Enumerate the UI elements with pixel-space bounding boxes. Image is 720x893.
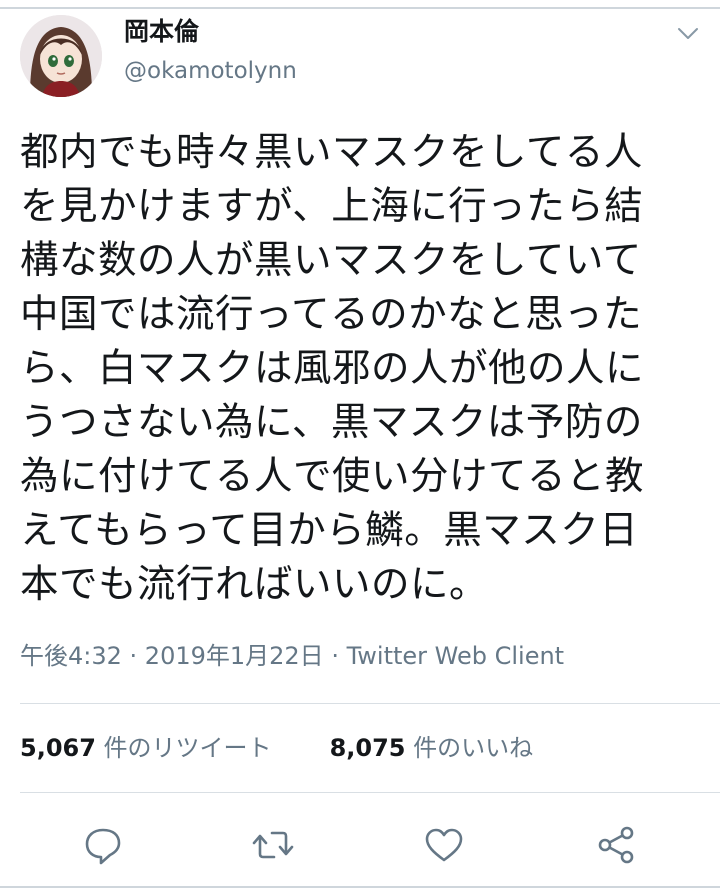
display-name[interactable]: 岡本倫 [124,16,199,48]
tweet-meta: 午後4:32 · 2019年1月22日 · Twitter Web Client [20,640,564,672]
tweet-time: 午後4:32 [20,642,122,670]
likes-stat[interactable]: 8,075 件のいいね [330,734,534,762]
avatar-anime-girl-icon [20,15,102,97]
likes-count: 8,075 [329,734,406,762]
likes-label: 件のいいね [405,734,534,762]
action-bar [0,822,720,870]
tweet-source[interactable]: Twitter Web Client [347,642,565,670]
chevron-down-icon[interactable] [676,24,700,44]
retweets-count: 5,067 [20,734,96,762]
avatar[interactable] [20,15,102,97]
tweet-date: 2019年1月22日 [144,642,324,670]
top-divider [0,7,720,9]
retweet-icon [252,831,294,859]
divider [20,792,720,793]
divider [20,703,720,704]
share-icon [598,826,634,864]
user-handle[interactable]: @okamotolynn [124,56,297,86]
heart-icon [425,828,463,862]
like-button[interactable] [421,822,467,868]
retweets-stat[interactable]: 5,067 件のリツイート [20,734,272,762]
retweet-button[interactable] [250,822,296,868]
meta-separator: · [121,642,145,670]
reply-button[interactable] [80,822,126,868]
meta-separator: · [323,642,347,670]
bottom-divider [0,886,720,888]
reply-icon [85,828,121,865]
engagement-stats: 5,067 件のリツイート 8,075 件のいいね [20,732,533,764]
retweets-label: 件のリツイート [95,734,272,762]
tweet-text: 都内でも時々黒いマスクをしてる人 を見かけますが、上海に行ったら結 構な数の人が… [20,130,645,607]
share-button[interactable] [593,822,639,868]
